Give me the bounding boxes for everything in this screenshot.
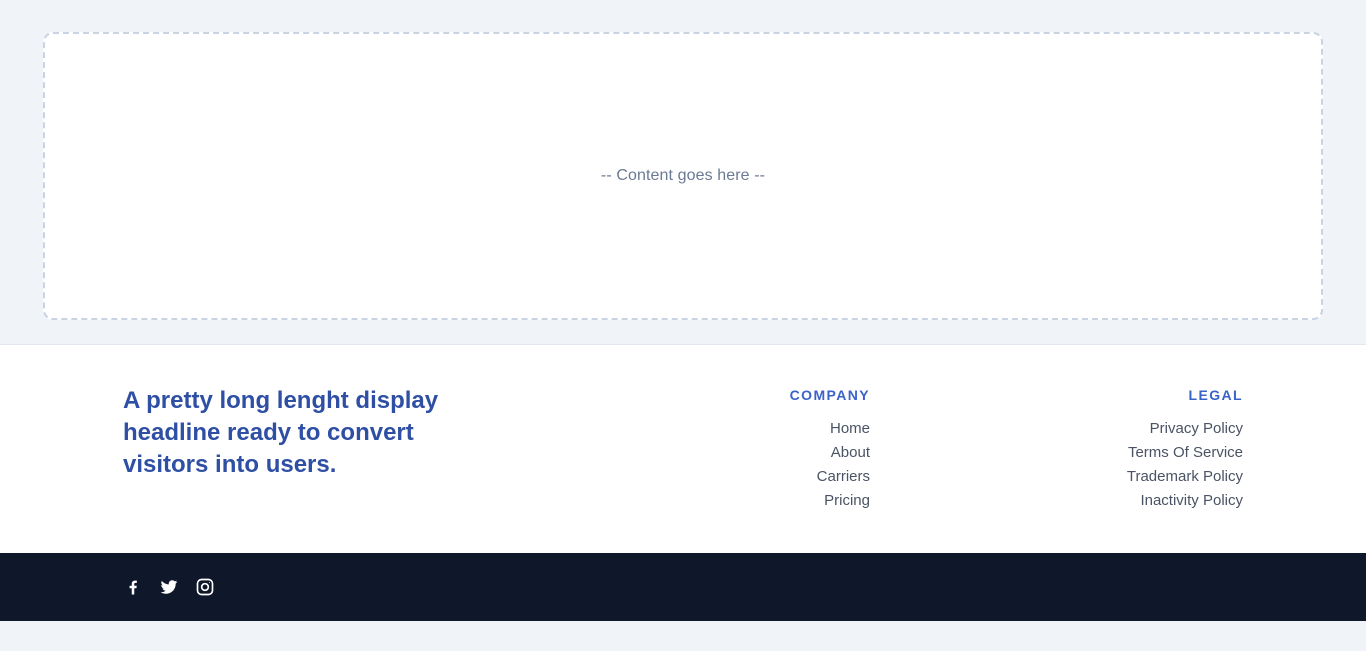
footer-link-inactivity-policy[interactable]: Inactivity Policy	[1127, 489, 1243, 513]
content-placeholder: -- Content goes here --	[600, 167, 766, 184]
footer-link-about[interactable]: About	[790, 441, 870, 465]
footer-bottom-bar	[0, 553, 1366, 621]
facebook-icon[interactable]	[123, 577, 143, 597]
footer-headline: A pretty long lenght display headline re…	[123, 387, 439, 478]
twitter-icon[interactable]	[159, 577, 179, 597]
social-links	[123, 577, 215, 597]
footer-link-home[interactable]: Home	[790, 417, 870, 441]
footer: A pretty long lenght display headline re…	[0, 344, 1366, 553]
footer-link-trademark-policy[interactable]: Trademark Policy	[1127, 465, 1243, 489]
footer-column-legal: LEGAL Privacy Policy Terms Of Service Tr…	[1127, 387, 1243, 513]
footer-link-pricing[interactable]: Pricing	[790, 489, 870, 513]
footer-link-privacy-policy[interactable]: Privacy Policy	[1127, 417, 1243, 441]
footer-column-heading: LEGAL	[1188, 387, 1243, 403]
instagram-icon[interactable]	[195, 577, 215, 597]
footer-column-company: COMPANY Home About Carriers Pricing	[790, 387, 870, 513]
content-area: -- Content goes here --	[43, 32, 1323, 320]
footer-link-terms-of-service[interactable]: Terms Of Service	[1127, 441, 1243, 465]
footer-column-heading: COMPANY	[789, 387, 870, 403]
footer-link-carriers[interactable]: Carriers	[790, 465, 870, 489]
page: -- Content goes here -- A pretty long le…	[0, 0, 1366, 651]
